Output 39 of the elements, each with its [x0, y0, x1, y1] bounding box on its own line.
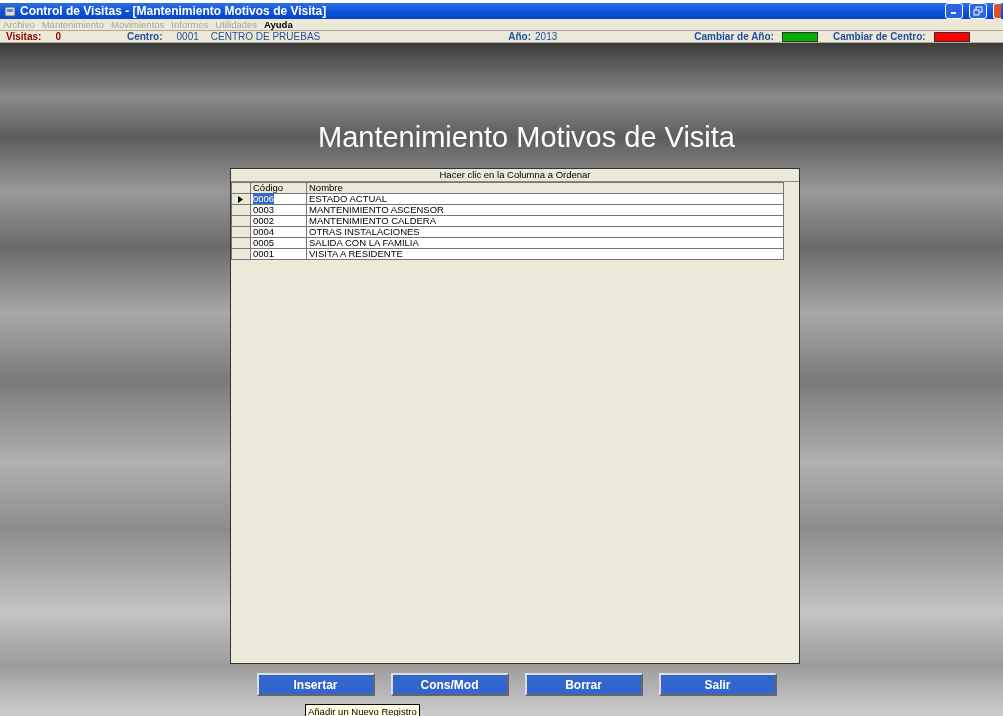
- center-label: Centro:: [126, 31, 163, 42]
- column-header[interactable]: Código: [250, 182, 307, 194]
- table-cell: ESTADO ACTUAL: [306, 193, 784, 205]
- table-cell: 0003: [250, 204, 307, 216]
- table-cell: VISITA A RESIDENTE: [306, 248, 784, 260]
- table-cell: MANTENIMIENTO CALDERA: [306, 215, 784, 227]
- indicator-label: Cambiar de Año:: [694, 31, 774, 42]
- action-button[interactable]: Insertar: [256, 673, 375, 696]
- action-button[interactable]: Salir: [658, 673, 777, 696]
- menu-item[interactable]: Ayuda: [264, 19, 293, 30]
- visits-count: 0: [55, 31, 61, 42]
- table-cell: 0006: [250, 193, 307, 205]
- indicator-swatch[interactable]: [933, 31, 970, 42]
- column-header[interactable]: Nombre: [306, 182, 784, 194]
- table-cell: MANTENIMIENTO ASCENSOR: [306, 204, 784, 216]
- table-cell: OTRAS INSTALACIONES: [306, 226, 784, 238]
- indicator-swatch[interactable]: [781, 31, 818, 42]
- table-cell: 0001: [250, 248, 307, 260]
- center-name: CENTRO DE PRUEBAS: [210, 31, 321, 42]
- year-label: Año:: [508, 31, 531, 42]
- visits-label: Visitas:: [6, 31, 42, 42]
- indicator-label: Cambiar de Centro:: [832, 31, 926, 42]
- restore-button[interactable]: [969, 3, 987, 19]
- row-selector[interactable]: [231, 193, 251, 205]
- action-button[interactable]: Borrar: [524, 673, 643, 696]
- action-button[interactable]: Cons/Mod: [390, 673, 509, 696]
- table-cell: 0005: [250, 237, 307, 249]
- minimize-button[interactable]: [945, 3, 963, 19]
- close-button[interactable]: [993, 3, 1001, 19]
- window-title: Control de Visitas - [Mantenimiento Motivos de Visita]: [20, 4, 328, 18]
- app-icon: [4, 5, 16, 17]
- table-cell: 0004: [250, 226, 307, 238]
- table-cell: 0002: [250, 215, 307, 227]
- current-row-icon: [238, 195, 243, 203]
- page-heading: Mantenimiento Motivos de Visita: [317, 121, 735, 154]
- center-code: 0001: [176, 31, 199, 42]
- year-value: 2013: [535, 31, 558, 42]
- restore-icon: [973, 6, 983, 16]
- table-cell: SALIDA CON LA FAMILIA: [306, 237, 784, 249]
